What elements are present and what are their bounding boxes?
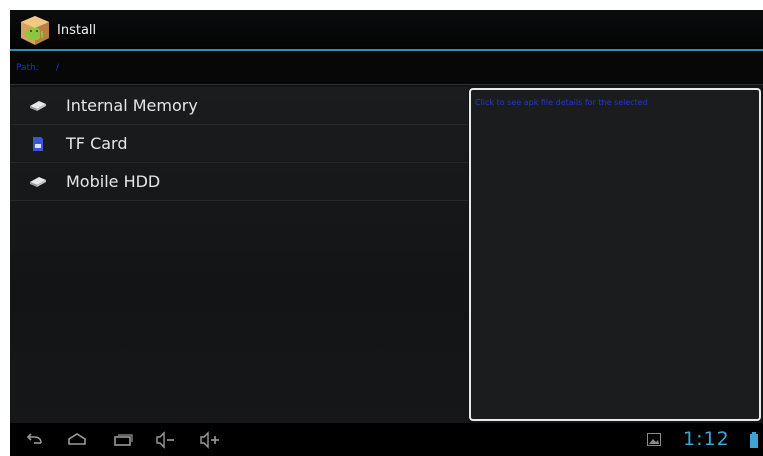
action-bar: Install bbox=[10, 10, 763, 51]
device-screen: Install Path: / Internal Memory TF Card bbox=[10, 10, 763, 456]
battery-icon bbox=[750, 432, 758, 448]
volume-up-icon[interactable] bbox=[197, 429, 221, 451]
storage-label: Mobile HDD bbox=[66, 172, 161, 191]
volume-down-icon[interactable] bbox=[153, 429, 177, 451]
gallery-notification-icon[interactable] bbox=[647, 433, 661, 446]
storage-label: TF Card bbox=[66, 134, 128, 153]
drive-icon bbox=[30, 101, 46, 111]
path-label: Path: bbox=[16, 63, 39, 73]
list-item-mobile-hdd[interactable]: Mobile HDD bbox=[10, 163, 468, 201]
sd-card-icon bbox=[33, 137, 43, 151]
recent-apps-icon[interactable] bbox=[111, 429, 135, 451]
storage-label: Internal Memory bbox=[66, 96, 198, 115]
home-icon[interactable] bbox=[65, 429, 89, 451]
app-title: Install bbox=[57, 23, 97, 38]
list-item-internal-memory[interactable]: Internal Memory bbox=[10, 87, 468, 125]
clock[interactable]: 1:12 bbox=[683, 428, 730, 450]
list-item-tf-card[interactable]: TF Card bbox=[10, 125, 468, 163]
apk-info-panel: Click to see apk file details for the se… bbox=[469, 88, 761, 421]
info-text: Click to see apk file details for the se… bbox=[475, 98, 648, 107]
drive-icon bbox=[30, 177, 46, 187]
path-value: / bbox=[56, 63, 60, 73]
path-bar: Path: / bbox=[10, 51, 763, 85]
package-installer-icon[interactable] bbox=[18, 14, 52, 48]
system-nav-bar: 1:12 bbox=[10, 423, 763, 456]
back-icon[interactable] bbox=[22, 429, 46, 451]
storage-list: Internal Memory TF Card Mobile HDD bbox=[10, 87, 468, 423]
